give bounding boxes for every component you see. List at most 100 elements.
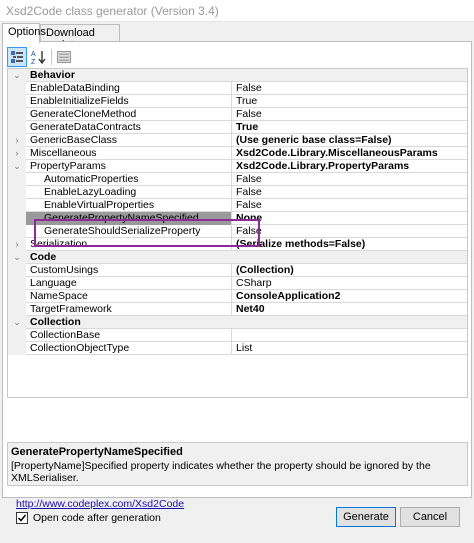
property-value[interactable]: False xyxy=(233,225,467,238)
row-gutter xyxy=(8,225,26,238)
open-code-checkbox[interactable]: Open code after generation xyxy=(16,511,161,525)
property-row[interactable]: EnableInitializeFields True xyxy=(8,95,467,108)
tab-download-update[interactable]: Download update xyxy=(40,24,120,51)
expand-chevron-icon[interactable]: › xyxy=(8,134,26,147)
collapse-chevron-icon[interactable]: ⌄ xyxy=(8,69,26,82)
checkbox-box[interactable] xyxy=(16,512,28,524)
collapse-chevron-icon[interactable]: ⌄ xyxy=(8,160,26,173)
row-gutter xyxy=(8,173,26,186)
property-name: Serialization xyxy=(26,238,232,251)
categorized-button[interactable] xyxy=(7,47,27,67)
row-gutter xyxy=(8,290,26,303)
property-name: PropertyParams xyxy=(26,160,232,173)
property-name: CollectionObjectType xyxy=(26,342,232,355)
property-row[interactable]: AutomaticProperties False xyxy=(8,173,467,186)
expand-chevron-icon[interactable]: › xyxy=(8,147,26,160)
property-name: CustomUsings xyxy=(26,264,232,277)
property-row[interactable]: GenerateShouldSerializeProperty False xyxy=(8,225,467,238)
property-value[interactable]: False xyxy=(233,82,467,95)
property-row[interactable]: NameSpace ConsoleApplication2 xyxy=(8,290,467,303)
tab-options[interactable]: Options xyxy=(2,23,46,43)
property-name: GeneratePropertyNameSpecified xyxy=(26,212,232,225)
row-gutter xyxy=(8,108,26,121)
generate-button[interactable]: Generate xyxy=(336,507,396,527)
category-row[interactable]: ⌄ Collection xyxy=(8,316,467,329)
description-pane: GeneratePropertyNameSpecified [PropertyN… xyxy=(7,442,468,486)
property-row[interactable]: EnableDataBinding False xyxy=(8,82,467,95)
row-gutter xyxy=(8,82,26,95)
description-title: GeneratePropertyNameSpecified xyxy=(11,446,183,458)
collapse-chevron-icon[interactable]: ⌄ xyxy=(8,316,26,329)
property-row[interactable]: GeneratePropertyNameSpecified None xyxy=(8,212,467,225)
property-value[interactable]: CSharp xyxy=(233,277,467,290)
row-gutter xyxy=(8,277,26,290)
codeplex-link[interactable]: http://www.codeplex.com/Xsd2Code xyxy=(16,498,184,510)
svg-text:A: A xyxy=(31,51,36,58)
property-row[interactable]: › Miscellaneous Xsd2Code.Library.Miscellan… xyxy=(8,147,467,160)
property-value[interactable]: None xyxy=(233,212,467,225)
property-value[interactable]: (Collection) xyxy=(233,264,467,277)
row-gutter xyxy=(8,199,26,212)
window-title: Xsd2Code class generator (Version 3.4) xyxy=(6,4,219,18)
property-row[interactable]: EnableVirtualProperties False xyxy=(8,199,467,212)
property-row[interactable]: CollectionObjectType List xyxy=(8,342,467,355)
category-label: Collection xyxy=(30,316,81,328)
property-row[interactable]: Language CSharp xyxy=(8,277,467,290)
property-name: EnableVirtualProperties xyxy=(26,199,232,212)
description-text: [PropertyName]Specified property indicat… xyxy=(11,460,431,484)
property-value[interactable]: Xsd2Code.Library.MiscellaneousParams xyxy=(233,147,467,160)
property-row[interactable]: CustomUsings (Collection) xyxy=(8,264,467,277)
property-value[interactable]: True xyxy=(233,95,467,108)
row-gutter xyxy=(8,342,26,355)
property-row[interactable]: EnableLazyLoading False xyxy=(8,186,467,199)
property-row[interactable]: TargetFramework Net40 xyxy=(8,303,467,316)
property-value[interactable]: False xyxy=(233,199,467,212)
property-name: AutomaticProperties xyxy=(26,173,232,186)
property-name: GenericBaseClass xyxy=(26,134,232,147)
category-row[interactable]: ⌄ Code xyxy=(8,251,467,264)
property-value[interactable]: (Use generic base class=False) xyxy=(233,134,467,147)
row-gutter xyxy=(8,212,26,225)
property-pages-button[interactable] xyxy=(54,47,74,67)
category-label: Code xyxy=(30,251,57,263)
property-value[interactable]: False xyxy=(233,173,467,186)
property-value[interactable]: Xsd2Code.Library.PropertyParams xyxy=(233,160,467,173)
row-gutter xyxy=(8,303,26,316)
category-row[interactable]: ⌄ Behavior xyxy=(8,69,467,82)
sort-alphabetical-icon: A Z xyxy=(31,51,46,65)
expand-chevron-icon[interactable]: › xyxy=(8,238,26,251)
property-name: Language xyxy=(26,277,232,290)
property-grid: ⌄ Behavior EnableDataBinding False EnableIni… xyxy=(7,68,468,398)
options-panel: A Z ⌄ Behavior EnableDataBinding False Enabl… xyxy=(2,41,472,498)
property-name: GenerateDataContracts xyxy=(26,121,232,134)
tab-strip: Options Download update xyxy=(2,23,472,51)
property-value[interactable]: ConsoleApplication2 xyxy=(233,290,467,303)
property-value[interactable]: (Serialize methods=False) xyxy=(233,238,467,251)
property-value[interactable]: False xyxy=(233,186,467,199)
property-name: GenerateCloneMethod xyxy=(26,108,232,121)
property-value[interactable]: True xyxy=(233,121,467,134)
property-row[interactable]: › Serialization (Serialize methods=False) xyxy=(8,238,467,251)
alphabetical-button[interactable]: A Z xyxy=(29,47,49,67)
property-row[interactable]: CollectionBase xyxy=(8,329,467,342)
row-gutter xyxy=(8,329,26,342)
property-name: EnableLazyLoading xyxy=(26,186,232,199)
property-value[interactable] xyxy=(233,329,467,342)
checkbox-label: Open code after generation xyxy=(33,512,161,524)
property-name: CollectionBase xyxy=(26,329,232,342)
property-value[interactable]: Net40 xyxy=(233,303,467,316)
property-row[interactable]: ⌄ PropertyParams Xsd2Code.Library.Property… xyxy=(8,160,467,173)
property-value[interactable]: List xyxy=(233,342,467,355)
property-value[interactable]: False xyxy=(233,108,467,121)
row-gutter xyxy=(8,264,26,277)
collapse-chevron-icon[interactable]: ⌄ xyxy=(8,251,26,264)
toolbar-separator xyxy=(51,49,52,65)
cancel-button[interactable]: Cancel xyxy=(400,507,460,527)
property-row[interactable]: GenerateCloneMethod False xyxy=(8,108,467,121)
property-grid-toolbar: A Z xyxy=(7,46,467,68)
property-row[interactable]: GenerateDataContracts True xyxy=(8,121,467,134)
row-gutter xyxy=(8,95,26,108)
property-name: NameSpace xyxy=(26,290,232,303)
categorized-icon xyxy=(11,51,23,63)
property-row[interactable]: › GenericBaseClass (Use generic base class… xyxy=(8,134,467,147)
